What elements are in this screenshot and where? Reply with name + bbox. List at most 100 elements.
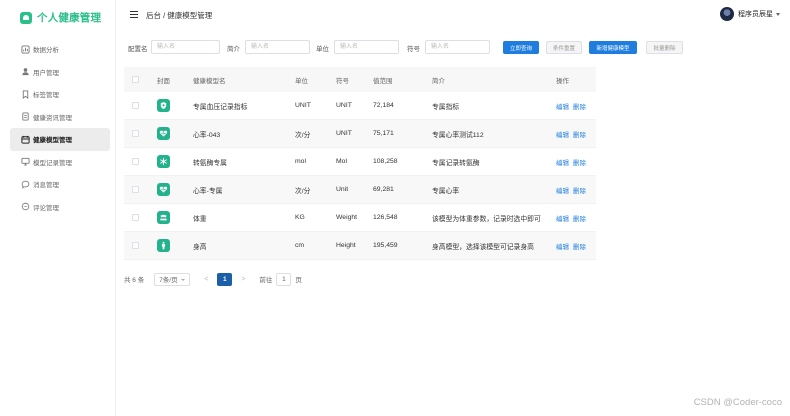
row-symbol: UNIT xyxy=(336,102,352,109)
table-row: 心率-专属 次/分 Unit 69,281 专属心率 编辑 删除 xyxy=(124,176,596,204)
unit-filter-label: 单位 xyxy=(316,46,329,53)
watermark: CSDN @Coder-coco xyxy=(693,397,782,408)
row-name: 心率-043 xyxy=(193,131,221,139)
row-actions: 编辑 删除 xyxy=(556,101,596,111)
row-symbol: Mol xyxy=(336,158,347,165)
row-unit: mol xyxy=(295,158,306,165)
row-actions: 编辑 删除 xyxy=(556,185,596,195)
row-range: 108,258 xyxy=(373,158,398,165)
delete-link[interactable]: 删除 xyxy=(573,160,586,167)
page-number-current[interactable]: 1 xyxy=(217,272,233,286)
add-model-button[interactable]: 新增健康模型 xyxy=(589,41,637,54)
user-menu[interactable]: 程序员辰星 xyxy=(720,7,780,21)
pagination-total: 共 6 条 xyxy=(124,277,145,284)
row-intro: 专属指标 xyxy=(432,103,460,111)
sidebar-item-users[interactable]: 用户管理 xyxy=(10,61,110,84)
row-unit: cm xyxy=(295,242,305,249)
row-cover xyxy=(157,183,193,196)
batch-delete-button[interactable]: 批量删除 xyxy=(646,41,683,54)
row-checkbox[interactable] xyxy=(124,214,157,221)
goto-page-input[interactable]: 1 xyxy=(276,272,292,286)
sidebar-item-health-news[interactable]: 健康资讯管理 xyxy=(10,106,110,129)
sidebar-item-label: 模型记录管理 xyxy=(33,159,72,167)
user-name: 程序员辰星 xyxy=(738,11,773,18)
row-checkbox[interactable] xyxy=(124,158,157,165)
filter-bar: 配置名 简介 单位 符号 立即查询 条件重置 新增健康模型 批量删除 xyxy=(128,40,778,55)
prev-page-button[interactable]: < xyxy=(204,276,208,283)
edit-link[interactable]: 编辑 xyxy=(556,160,569,167)
app-title: 个人健康管理 xyxy=(37,12,102,24)
chart-icon xyxy=(20,44,30,54)
edit-link[interactable]: 编辑 xyxy=(556,188,569,195)
col-header-unit: 单位 xyxy=(295,77,308,85)
row-range: 75,171 xyxy=(373,130,394,137)
row-cover xyxy=(157,99,193,112)
sidebar-item-label: 数据分析 xyxy=(33,47,59,55)
row-cover xyxy=(157,211,193,224)
row-checkbox[interactable] xyxy=(124,130,157,137)
row-unit: 次/分 xyxy=(295,187,311,195)
goto-suffix: 页 xyxy=(295,277,302,284)
sidebar-item-tags[interactable]: 标签管理 xyxy=(10,83,110,106)
next-page-button[interactable]: > xyxy=(241,276,245,283)
page-size-select[interactable]: 7条/页 xyxy=(154,272,191,286)
sidebar-item-label: 消息管理 xyxy=(33,182,59,190)
delete-link[interactable]: 删除 xyxy=(573,244,586,251)
menu-toggle-icon[interactable] xyxy=(130,11,138,19)
calendar-icon xyxy=(20,134,30,144)
row-intro: 专属记录转氨酶 xyxy=(432,159,480,167)
row-intro: 专属心率 xyxy=(432,187,460,195)
intro-filter-input[interactable] xyxy=(245,40,310,54)
sidebar-item-label: 健康模型管理 xyxy=(33,137,72,145)
app-logo[interactable]: 个人健康管理 xyxy=(20,10,101,25)
delete-link[interactable]: 删除 xyxy=(573,216,586,223)
row-name: 心率-专属 xyxy=(193,187,223,195)
edit-link[interactable]: 编辑 xyxy=(556,132,569,139)
document-icon xyxy=(20,112,30,122)
row-intro: 专属心率测试112 xyxy=(432,131,484,139)
row-checkbox[interactable] xyxy=(124,102,157,109)
row-checkbox[interactable] xyxy=(124,242,157,249)
search-button[interactable]: 立即查询 xyxy=(503,41,539,54)
row-intro: 身高模型，选择该模型可记录身高 xyxy=(432,243,534,251)
table-row: 体重 KG Weight 126,548 该模型为体重参数，记录时选中即可 编辑… xyxy=(124,204,596,232)
select-all-checkbox[interactable] xyxy=(124,76,157,83)
top-header: 后台 / 健康模型管理 程序员辰星 xyxy=(116,0,790,30)
row-symbol: Weight xyxy=(336,214,358,221)
row-checkbox[interactable] xyxy=(124,186,157,193)
unit-filter-input[interactable] xyxy=(334,40,399,54)
delete-link[interactable]: 删除 xyxy=(573,132,586,139)
row-symbol: Height xyxy=(336,242,356,249)
avatar xyxy=(720,7,734,21)
edit-link[interactable]: 编辑 xyxy=(556,104,569,111)
sidebar-item-label: 标签管理 xyxy=(33,92,59,100)
symbol-filter-input[interactable] xyxy=(425,40,490,54)
sidebar-item-messages[interactable]: 消息管理 xyxy=(10,173,110,196)
sidebar-item-health-models[interactable]: 健康模型管理 xyxy=(10,128,110,151)
row-actions: 编辑 删除 xyxy=(556,157,596,167)
edit-link[interactable]: 编辑 xyxy=(556,216,569,223)
table-row: 身高 cm Height 195,459 身高模型，选择该模型可记录身高 编辑删… xyxy=(124,232,596,260)
health-model-table: 封面 健康模型名 单位 符号 值范围 简介 操作 专属血压记录指标 UNIT U… xyxy=(124,67,596,260)
row-name: 身高 xyxy=(193,243,207,251)
reset-button[interactable]: 条件重置 xyxy=(546,41,582,54)
delete-link[interactable]: 删除 xyxy=(573,188,586,195)
sidebar-item-comments[interactable]: 评论管理 xyxy=(10,196,110,219)
table-row: 心率-043 次/分 UNIT 75,171 专属心率测试112 编辑 删除 xyxy=(124,120,596,148)
sidebar-item-model-records[interactable]: 模型记录管理 xyxy=(10,151,110,174)
row-range: 126,548 xyxy=(373,214,398,221)
col-header-intro: 简介 xyxy=(432,77,445,85)
edit-link[interactable]: 编辑 xyxy=(556,244,569,251)
health-shield-icon xyxy=(157,99,170,112)
col-header-range: 值范围 xyxy=(373,77,393,85)
row-unit: KG xyxy=(295,214,305,221)
col-header-symbol: 符号 xyxy=(336,77,349,85)
row-range: 72,184 xyxy=(373,102,394,109)
table-row: 转氨酶专属 mol Mol 108,258 专属记录转氨酶 编辑 删除 xyxy=(124,148,596,176)
sidebar-item-data-analysis[interactable]: 数据分析 xyxy=(10,38,110,61)
sidebar-item-label: 用户管理 xyxy=(33,69,59,77)
row-actions: 编辑 删除 xyxy=(556,129,596,139)
delete-link[interactable]: 删除 xyxy=(573,104,586,111)
name-filter-input[interactable] xyxy=(151,40,220,54)
person-icon xyxy=(157,239,170,252)
